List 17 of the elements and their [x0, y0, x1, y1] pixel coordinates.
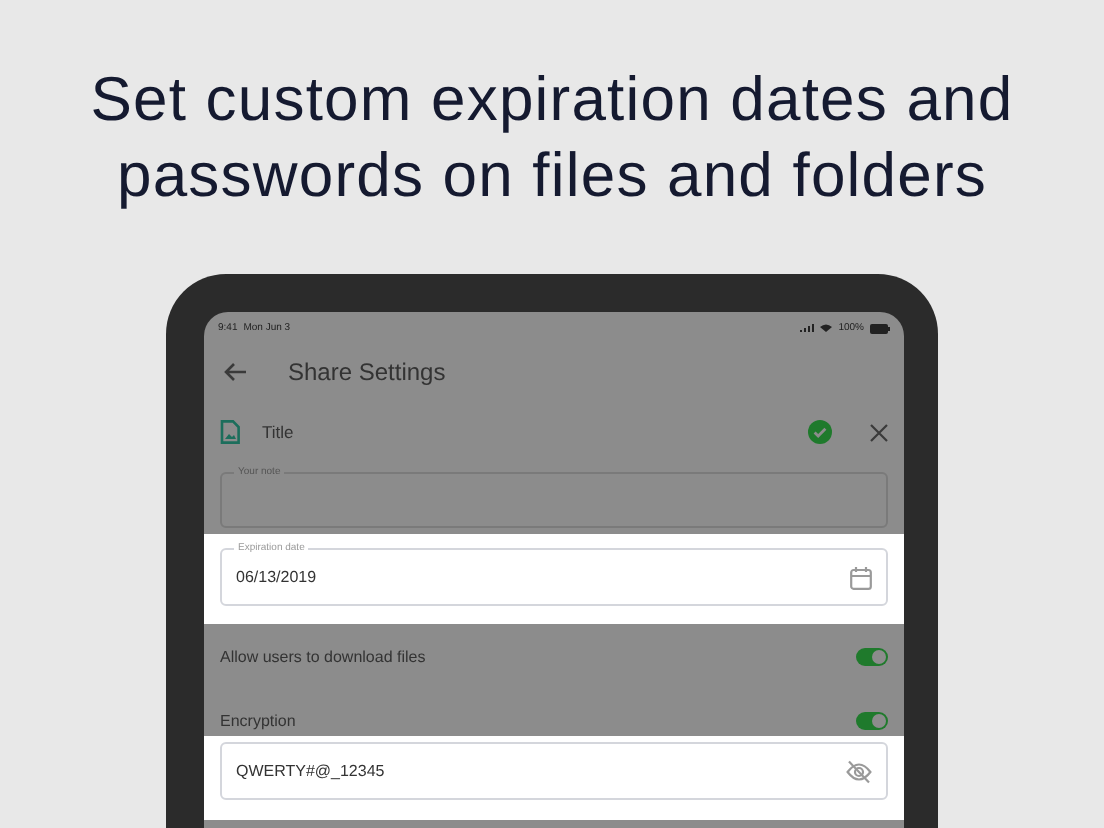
password-field[interactable]: QWERTY#@_12345 — [220, 742, 888, 800]
toggle-label: Allow users to download files — [220, 647, 426, 665]
signal-icon — [800, 324, 815, 332]
headline: Set custom expiration dates and passwords on files and folders — [88, 62, 1016, 214]
close-icon[interactable] — [870, 423, 888, 441]
screen-title: Share Settings — [288, 358, 446, 386]
toggle-label: Encryption — [220, 711, 296, 729]
toggle-switch[interactable] — [856, 647, 888, 665]
toggle-switch[interactable] — [856, 711, 888, 729]
back-arrow-icon[interactable] — [224, 362, 248, 382]
wifi-icon — [820, 324, 833, 332]
eye-slash-icon[interactable] — [846, 759, 872, 783]
file-title: Title — [262, 422, 294, 442]
image-file-icon — [220, 420, 240, 444]
battery-icon — [870, 323, 890, 333]
check-circle-icon[interactable] — [808, 420, 832, 444]
calendar-icon[interactable] — [850, 565, 872, 589]
